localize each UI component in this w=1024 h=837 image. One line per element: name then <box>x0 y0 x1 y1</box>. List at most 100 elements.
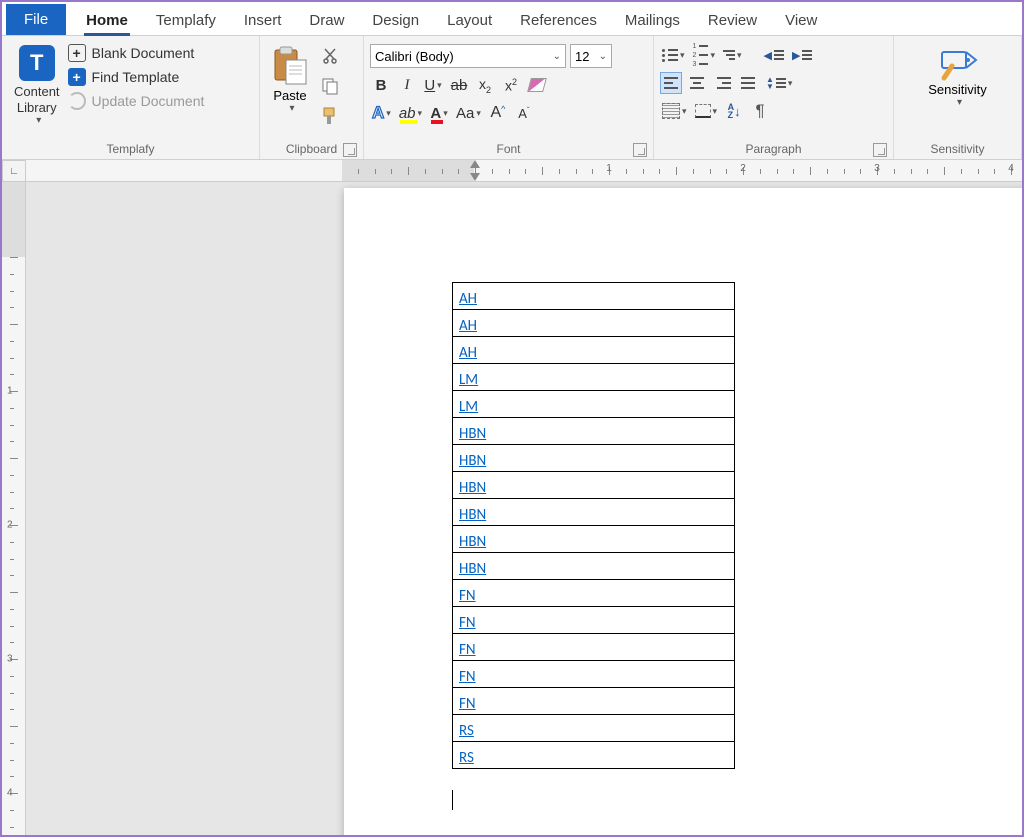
table-row[interactable]: FN <box>453 607 735 634</box>
document-table[interactable]: AH AH AH LM LM HBN HBN HBN HBN HBN HBN FN FN FN FN FN RS… <box>452 282 735 769</box>
grow-font-button[interactable]: A^ <box>487 102 509 124</box>
align-left-button[interactable] <box>660 72 682 94</box>
horizontal-ruler[interactable]: 1234 <box>26 160 1022 182</box>
table-row[interactable]: HBN <box>453 553 735 580</box>
tab-view[interactable]: View <box>771 5 831 35</box>
paste-button[interactable]: Paste ▾ <box>266 40 314 118</box>
dialog-launcher-icon[interactable] <box>633 143 647 157</box>
cut-button[interactable] <box>320 46 340 66</box>
table-cell[interactable]: HBN <box>453 526 735 553</box>
cell-link[interactable]: LM <box>459 371 478 389</box>
table-cell[interactable]: HBN <box>453 445 735 472</box>
blank-document-button[interactable]: + Blank Document <box>68 44 205 62</box>
numbering-button[interactable]: 123▾ <box>691 44 717 66</box>
table-cell[interactable]: AH <box>453 310 735 337</box>
cell-link[interactable]: AH <box>459 317 477 335</box>
table-cell[interactable]: FN <box>453 607 735 634</box>
highlight-button[interactable]: ab▾ <box>397 102 424 124</box>
table-cell[interactable]: RS <box>453 715 735 742</box>
cell-link[interactable]: HBN <box>459 452 486 470</box>
tab-design[interactable]: Design <box>358 5 433 35</box>
table-row[interactable]: LM <box>453 391 735 418</box>
cell-link[interactable]: AH <box>459 290 477 308</box>
table-row[interactable]: HBN <box>453 526 735 553</box>
font-size-select[interactable]: 12 ⌄ <box>570 44 612 68</box>
borders-button[interactable]: ▾ <box>693 100 720 122</box>
decrease-indent-button[interactable]: ◀ <box>762 44 786 66</box>
document-page[interactable]: AH AH AH LM LM HBN HBN HBN HBN HBN HBN FN FN FN FN FN RS… <box>344 188 1022 835</box>
table-row[interactable]: HBN <box>453 418 735 445</box>
table-cell[interactable]: HBN <box>453 499 735 526</box>
content-library-button[interactable]: T ContentLibrary ▾ <box>8 40 66 131</box>
text-effects-button[interactable]: A▾ <box>370 102 393 124</box>
table-cell[interactable]: LM <box>453 364 735 391</box>
clear-formatting-button[interactable] <box>526 74 548 96</box>
table-cell[interactable]: AH <box>453 283 735 310</box>
shrink-font-button[interactable]: Aˇ <box>513 102 535 124</box>
tab-file[interactable]: File <box>6 4 66 35</box>
table-row[interactable]: FN <box>453 634 735 661</box>
dialog-launcher-icon[interactable] <box>343 143 357 157</box>
table-row[interactable]: FN <box>453 661 735 688</box>
change-case-button[interactable]: Aa▾ <box>454 102 483 124</box>
tab-mailings[interactable]: Mailings <box>611 5 694 35</box>
document-area[interactable]: AH AH AH LM LM HBN HBN HBN HBN HBN HBN FN FN FN FN FN RS… <box>26 182 1022 835</box>
line-spacing-button[interactable]: ▲▼▾ <box>764 72 794 94</box>
cell-link[interactable]: AH <box>459 344 477 362</box>
table-cell[interactable]: HBN <box>453 418 735 445</box>
find-template-button[interactable]: + Find Template <box>68 68 205 86</box>
underline-button[interactable]: U▾ <box>422 74 444 96</box>
cell-link[interactable]: HBN <box>459 533 486 551</box>
cell-link[interactable]: FN <box>459 641 476 659</box>
table-row[interactable]: HBN <box>453 472 735 499</box>
bullets-button[interactable]: ▾ <box>660 44 687 66</box>
subscript-button[interactable]: x2 <box>474 74 496 96</box>
vertical-ruler[interactable]: 1234 <box>2 160 26 835</box>
table-row[interactable]: AH <box>453 283 735 310</box>
align-center-button[interactable] <box>686 72 708 94</box>
cell-link[interactable]: RS <box>459 749 474 767</box>
tab-references[interactable]: References <box>506 5 611 35</box>
cell-link[interactable]: FN <box>459 587 476 605</box>
table-row[interactable]: HBN <box>453 499 735 526</box>
font-color-button[interactable]: A▾ <box>428 102 450 124</box>
cell-link[interactable]: HBN <box>459 479 486 497</box>
multilevel-list-button[interactable]: ▾ <box>721 44 744 66</box>
table-cell[interactable]: FN <box>453 580 735 607</box>
font-name-select[interactable]: Calibri (Body) ⌄ <box>370 44 566 68</box>
increase-indent-button[interactable]: ▶ <box>790 44 814 66</box>
ruler-corner[interactable]: ∟ <box>2 160 26 182</box>
table-cell[interactable]: RS <box>453 742 735 769</box>
table-row[interactable]: HBN <box>453 445 735 472</box>
align-right-button[interactable] <box>712 72 734 94</box>
cell-link[interactable]: FN <box>459 614 476 632</box>
table-cell[interactable]: AH <box>453 337 735 364</box>
table-row[interactable]: RS <box>453 715 735 742</box>
strikethrough-button[interactable]: ab <box>448 74 470 96</box>
sort-button[interactable]: AZ↓ <box>723 100 745 122</box>
tab-draw[interactable]: Draw <box>295 5 358 35</box>
superscript-button[interactable]: x2 <box>500 74 522 96</box>
cell-link[interactable]: HBN <box>459 506 486 524</box>
table-row[interactable]: RS <box>453 742 735 769</box>
cell-link[interactable]: FN <box>459 668 476 686</box>
table-cell[interactable]: FN <box>453 634 735 661</box>
table-row[interactable]: FN <box>453 688 735 715</box>
sensitivity-button[interactable]: Sensitivity ▾ <box>916 40 999 114</box>
cell-link[interactable]: HBN <box>459 425 486 443</box>
show-hide-button[interactable]: ¶ <box>749 100 771 122</box>
bold-button[interactable]: B <box>370 74 392 96</box>
tab-layout[interactable]: Layout <box>433 5 506 35</box>
table-cell[interactable]: LM <box>453 391 735 418</box>
cell-link[interactable]: HBN <box>459 560 486 578</box>
cell-link[interactable]: LM <box>459 398 478 416</box>
shading-button[interactable]: ▾ <box>660 100 689 122</box>
table-row[interactable]: AH <box>453 310 735 337</box>
table-cell[interactable]: HBN <box>453 553 735 580</box>
tab-insert[interactable]: Insert <box>230 5 296 35</box>
justify-button[interactable] <box>738 72 760 94</box>
tab-templafy[interactable]: Templafy <box>142 5 230 35</box>
italic-button[interactable]: I <box>396 74 418 96</box>
cell-link[interactable]: FN <box>459 695 476 713</box>
copy-button[interactable] <box>320 76 340 96</box>
